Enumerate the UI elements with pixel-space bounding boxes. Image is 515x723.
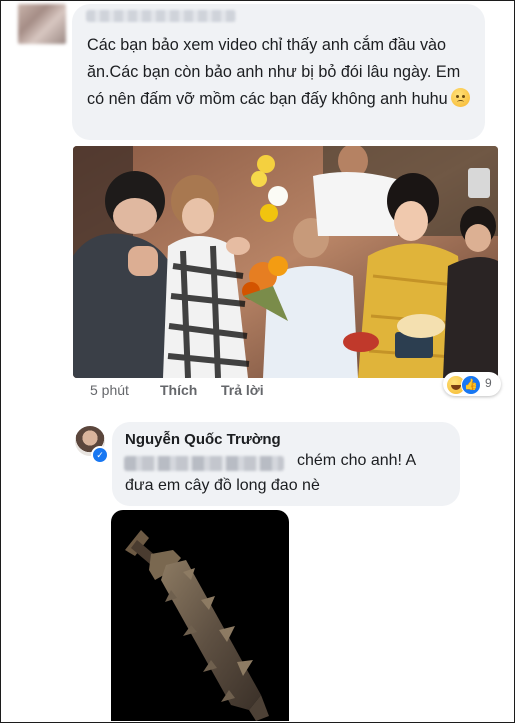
comment-time: 5 phút bbox=[90, 382, 129, 398]
comment-text: Các bạn bảo xem video chỉ thấy anh cắm đ… bbox=[87, 32, 477, 113]
attached-photo[interactable] bbox=[73, 146, 498, 378]
reaction-count: 9 bbox=[485, 376, 492, 390]
reply-author[interactable]: Nguyễn Quốc Trường bbox=[125, 431, 281, 448]
like-reaction-icon: 👍 bbox=[461, 375, 481, 395]
party-photo-icon bbox=[73, 146, 498, 378]
commenter-name-blurred[interactable] bbox=[86, 10, 236, 22]
comment-body: Các bạn bảo xem video chỉ thấy anh cắm đ… bbox=[87, 36, 461, 108]
verified-badge-icon: ✓ bbox=[91, 446, 109, 464]
tagged-name-blurred[interactable] bbox=[124, 456, 284, 471]
reactions-summary[interactable]: 👍 9 bbox=[443, 372, 501, 396]
reply-text-line-2: đưa em cây đồ long đao nè bbox=[125, 477, 320, 494]
like-button[interactable]: Thích bbox=[160, 382, 197, 398]
avatar[interactable] bbox=[18, 4, 66, 44]
attached-sword-image[interactable] bbox=[111, 510, 289, 721]
sword-icon bbox=[125, 530, 269, 721]
reply-text-line-1: chém cho anh! A bbox=[297, 452, 417, 469]
reply-button[interactable]: Trả lời bbox=[221, 382, 264, 398]
sad-face-emoji-icon bbox=[450, 88, 470, 107]
